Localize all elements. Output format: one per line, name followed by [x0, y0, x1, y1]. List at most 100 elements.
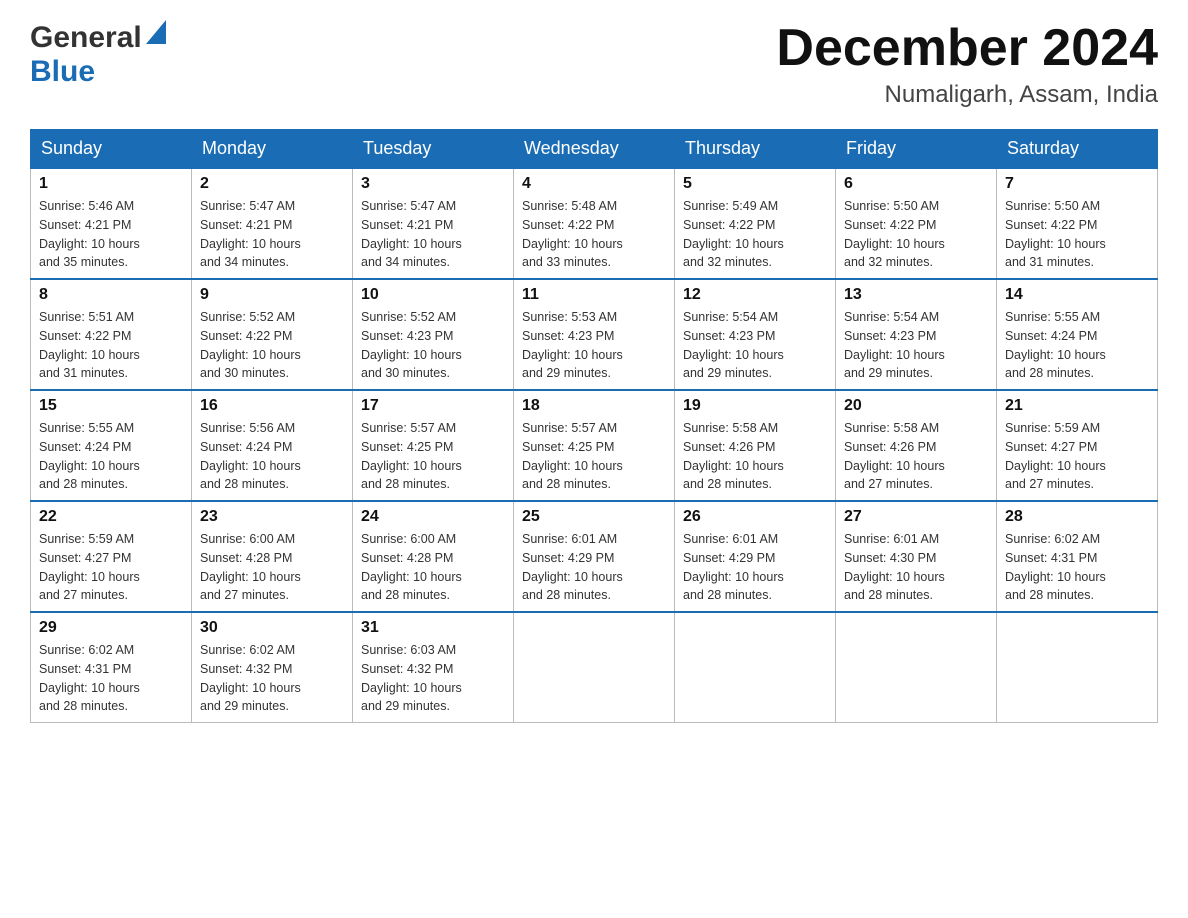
day-info: Sunrise: 5:57 AMSunset: 4:25 PMDaylight:… [361, 421, 462, 491]
day-info: Sunrise: 5:52 AMSunset: 4:22 PMDaylight:… [200, 310, 301, 380]
day-number: 11 [522, 286, 666, 304]
day-info: Sunrise: 6:02 AMSunset: 4:31 PMDaylight:… [1005, 532, 1106, 602]
day-number: 6 [844, 175, 988, 193]
day-number: 29 [39, 619, 183, 637]
calendar-cell: 26 Sunrise: 6:01 AMSunset: 4:29 PMDaylig… [675, 501, 836, 612]
calendar-cell: 17 Sunrise: 5:57 AMSunset: 4:25 PMDaylig… [353, 390, 514, 501]
week-row-1: 1 Sunrise: 5:46 AMSunset: 4:21 PMDayligh… [31, 168, 1158, 279]
day-info: Sunrise: 5:48 AMSunset: 4:22 PMDaylight:… [522, 199, 623, 269]
calendar-cell: 27 Sunrise: 6:01 AMSunset: 4:30 PMDaylig… [836, 501, 997, 612]
day-number: 3 [361, 175, 505, 193]
calendar-cell: 2 Sunrise: 5:47 AMSunset: 4:21 PMDayligh… [192, 168, 353, 279]
page-header: General Blue December 2024 Numaligarh, A… [30, 20, 1158, 109]
day-info: Sunrise: 5:54 AMSunset: 4:23 PMDaylight:… [683, 310, 784, 380]
calendar-cell: 19 Sunrise: 5:58 AMSunset: 4:26 PMDaylig… [675, 390, 836, 501]
calendar-cell: 14 Sunrise: 5:55 AMSunset: 4:24 PMDaylig… [997, 279, 1158, 390]
calendar-cell: 21 Sunrise: 5:59 AMSunset: 4:27 PMDaylig… [997, 390, 1158, 501]
week-row-3: 15 Sunrise: 5:55 AMSunset: 4:24 PMDaylig… [31, 390, 1158, 501]
calendar-cell: 12 Sunrise: 5:54 AMSunset: 4:23 PMDaylig… [675, 279, 836, 390]
day-number: 7 [1005, 175, 1149, 193]
day-info: Sunrise: 5:47 AMSunset: 4:21 PMDaylight:… [200, 199, 301, 269]
day-info: Sunrise: 5:46 AMSunset: 4:21 PMDaylight:… [39, 199, 140, 269]
day-number: 12 [683, 286, 827, 304]
calendar-cell: 9 Sunrise: 5:52 AMSunset: 4:22 PMDayligh… [192, 279, 353, 390]
day-info: Sunrise: 5:55 AMSunset: 4:24 PMDaylight:… [1005, 310, 1106, 380]
calendar-cell: 22 Sunrise: 5:59 AMSunset: 4:27 PMDaylig… [31, 501, 192, 612]
header-friday: Friday [836, 130, 997, 169]
calendar-header-row: SundayMondayTuesdayWednesdayThursdayFrid… [31, 130, 1158, 169]
day-number: 27 [844, 508, 988, 526]
day-number: 16 [200, 397, 344, 415]
logo-general-text: General [30, 21, 142, 55]
day-info: Sunrise: 6:02 AMSunset: 4:32 PMDaylight:… [200, 643, 301, 713]
calendar-cell: 28 Sunrise: 6:02 AMSunset: 4:31 PMDaylig… [997, 501, 1158, 612]
week-row-5: 29 Sunrise: 6:02 AMSunset: 4:31 PMDaylig… [31, 612, 1158, 723]
calendar-table: SundayMondayTuesdayWednesdayThursdayFrid… [30, 129, 1158, 723]
day-number: 5 [683, 175, 827, 193]
day-info: Sunrise: 5:50 AMSunset: 4:22 PMDaylight:… [844, 199, 945, 269]
calendar-cell: 15 Sunrise: 5:55 AMSunset: 4:24 PMDaylig… [31, 390, 192, 501]
header-tuesday: Tuesday [353, 130, 514, 169]
calendar-cell [836, 612, 997, 723]
logo-blue-text: Blue [30, 55, 95, 88]
day-number: 30 [200, 619, 344, 637]
day-info: Sunrise: 6:01 AMSunset: 4:30 PMDaylight:… [844, 532, 945, 602]
day-number: 10 [361, 286, 505, 304]
calendar-cell: 30 Sunrise: 6:02 AMSunset: 4:32 PMDaylig… [192, 612, 353, 723]
calendar-cell: 8 Sunrise: 5:51 AMSunset: 4:22 PMDayligh… [31, 279, 192, 390]
day-number: 2 [200, 175, 344, 193]
calendar-cell: 7 Sunrise: 5:50 AMSunset: 4:22 PMDayligh… [997, 168, 1158, 279]
day-number: 25 [522, 508, 666, 526]
day-number: 19 [683, 397, 827, 415]
day-info: Sunrise: 6:02 AMSunset: 4:31 PMDaylight:… [39, 643, 140, 713]
calendar-cell [675, 612, 836, 723]
day-info: Sunrise: 5:47 AMSunset: 4:21 PMDaylight:… [361, 199, 462, 269]
day-number: 26 [683, 508, 827, 526]
calendar-cell: 25 Sunrise: 6:01 AMSunset: 4:29 PMDaylig… [514, 501, 675, 612]
calendar-cell: 18 Sunrise: 5:57 AMSunset: 4:25 PMDaylig… [514, 390, 675, 501]
day-number: 24 [361, 508, 505, 526]
calendar-cell: 10 Sunrise: 5:52 AMSunset: 4:23 PMDaylig… [353, 279, 514, 390]
logo: General Blue [30, 20, 166, 89]
header-saturday: Saturday [997, 130, 1158, 169]
day-number: 20 [844, 397, 988, 415]
day-number: 22 [39, 508, 183, 526]
day-info: Sunrise: 6:00 AMSunset: 4:28 PMDaylight:… [361, 532, 462, 602]
day-info: Sunrise: 5:53 AMSunset: 4:23 PMDaylight:… [522, 310, 623, 380]
day-number: 13 [844, 286, 988, 304]
day-info: Sunrise: 5:56 AMSunset: 4:24 PMDaylight:… [200, 421, 301, 491]
day-number: 9 [200, 286, 344, 304]
day-number: 8 [39, 286, 183, 304]
calendar-cell: 4 Sunrise: 5:48 AMSunset: 4:22 PMDayligh… [514, 168, 675, 279]
calendar-cell: 6 Sunrise: 5:50 AMSunset: 4:22 PMDayligh… [836, 168, 997, 279]
day-info: Sunrise: 5:59 AMSunset: 4:27 PMDaylight:… [39, 532, 140, 602]
calendar-cell: 1 Sunrise: 5:46 AMSunset: 4:21 PMDayligh… [31, 168, 192, 279]
calendar-cell [997, 612, 1158, 723]
day-info: Sunrise: 6:03 AMSunset: 4:32 PMDaylight:… [361, 643, 462, 713]
calendar-cell: 16 Sunrise: 5:56 AMSunset: 4:24 PMDaylig… [192, 390, 353, 501]
calendar-cell: 5 Sunrise: 5:49 AMSunset: 4:22 PMDayligh… [675, 168, 836, 279]
day-number: 15 [39, 397, 183, 415]
month-title: December 2024 [776, 20, 1158, 77]
calendar-cell: 13 Sunrise: 5:54 AMSunset: 4:23 PMDaylig… [836, 279, 997, 390]
day-info: Sunrise: 5:59 AMSunset: 4:27 PMDaylight:… [1005, 421, 1106, 491]
day-info: Sunrise: 5:50 AMSunset: 4:22 PMDaylight:… [1005, 199, 1106, 269]
day-info: Sunrise: 6:01 AMSunset: 4:29 PMDaylight:… [522, 532, 623, 602]
day-number: 14 [1005, 286, 1149, 304]
day-info: Sunrise: 5:52 AMSunset: 4:23 PMDaylight:… [361, 310, 462, 380]
day-info: Sunrise: 5:58 AMSunset: 4:26 PMDaylight:… [683, 421, 784, 491]
week-row-4: 22 Sunrise: 5:59 AMSunset: 4:27 PMDaylig… [31, 501, 1158, 612]
calendar-cell: 31 Sunrise: 6:03 AMSunset: 4:32 PMDaylig… [353, 612, 514, 723]
day-number: 1 [39, 175, 183, 193]
day-number: 31 [361, 619, 505, 637]
day-info: Sunrise: 5:57 AMSunset: 4:25 PMDaylight:… [522, 421, 623, 491]
header-monday: Monday [192, 130, 353, 169]
calendar-cell: 24 Sunrise: 6:00 AMSunset: 4:28 PMDaylig… [353, 501, 514, 612]
calendar-cell: 3 Sunrise: 5:47 AMSunset: 4:21 PMDayligh… [353, 168, 514, 279]
location-title: Numaligarh, Assam, India [776, 81, 1158, 109]
header-sunday: Sunday [31, 130, 192, 169]
day-info: Sunrise: 6:00 AMSunset: 4:28 PMDaylight:… [200, 532, 301, 602]
day-number: 28 [1005, 508, 1149, 526]
calendar-cell: 29 Sunrise: 6:02 AMSunset: 4:31 PMDaylig… [31, 612, 192, 723]
day-info: Sunrise: 5:51 AMSunset: 4:22 PMDaylight:… [39, 310, 140, 380]
